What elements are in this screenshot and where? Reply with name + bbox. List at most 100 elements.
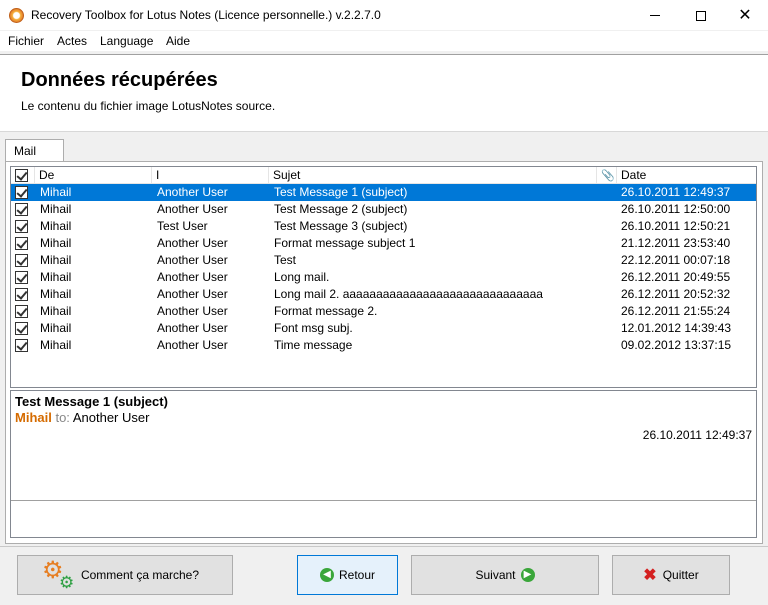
row-from: Mihail bbox=[40, 202, 72, 216]
table-row[interactable]: Mihail Another User Long mail 2. aaaaaaaaa… bbox=[11, 286, 756, 303]
footer-divider bbox=[0, 546, 768, 547]
messages-grid[interactable]: De I Sujet 📎 Date Mihail Another User Test… bbox=[10, 166, 757, 388]
column-header-subject[interactable]: Sujet bbox=[269, 167, 597, 184]
table-row[interactable]: Mihail Another User Test 22.12.2011 00:07:1… bbox=[11, 252, 756, 269]
preview-divider bbox=[11, 500, 756, 501]
checkbox-icon bbox=[15, 271, 28, 284]
row-from: Mihail bbox=[40, 253, 72, 267]
row-checkbox[interactable] bbox=[11, 337, 35, 354]
row-date: 09.02.2012 13:37:15 bbox=[621, 338, 732, 352]
row-subject: Test Message 1 (subject) bbox=[274, 185, 408, 199]
row-checkbox[interactable] bbox=[11, 235, 35, 252]
table-row[interactable]: Mihail Another User Format message subject… bbox=[11, 235, 756, 252]
row-from: Mihail bbox=[40, 236, 72, 250]
arrow-right-icon: ▶ bbox=[520, 568, 535, 582]
row-to: Another User bbox=[157, 321, 228, 335]
checkbox-icon bbox=[15, 254, 28, 267]
row-subject: Format message 2. bbox=[274, 304, 378, 318]
column-header-to[interactable]: I bbox=[152, 167, 269, 184]
close-button[interactable]: ✕ bbox=[722, 0, 768, 31]
preview-from-line: Mihail to: Another User bbox=[15, 410, 149, 425]
row-checkbox[interactable] bbox=[11, 252, 35, 269]
preview-to-label: to: bbox=[55, 410, 70, 425]
row-subject: Test Message 2 (subject) bbox=[274, 202, 408, 216]
table-row[interactable]: Mihail Another User Font msg subj. 12.01.20… bbox=[11, 320, 756, 337]
how-it-works-button[interactable]: ⚙ ⚙ Comment ça marche? bbox=[17, 555, 233, 595]
row-checkbox[interactable] bbox=[11, 303, 35, 320]
row-subject: Format message subject 1 bbox=[274, 236, 416, 250]
quit-button[interactable]: ✖ Quitter bbox=[612, 555, 730, 595]
row-date: 26.10.2011 12:49:37 bbox=[621, 185, 731, 199]
row-date: 26.12.2011 20:52:32 bbox=[621, 287, 731, 301]
maximize-button[interactable] bbox=[678, 0, 724, 31]
preview-recipient: Another User bbox=[72, 410, 150, 425]
tab-mail[interactable]: Mail bbox=[5, 139, 64, 162]
title-bar: Recovery Toolbox for Lotus Notes (Licenc… bbox=[0, 0, 768, 31]
row-from: Mihail bbox=[40, 185, 72, 199]
row-subject: Long mail 2. aaaaaaaaaaaaaaaaaaaaaaaaaaa… bbox=[274, 287, 543, 301]
table-row[interactable]: Mihail Another User Format message 2. 26.12… bbox=[11, 303, 756, 320]
paperclip-icon: 📎 bbox=[601, 170, 615, 182]
row-date: 26.10.2011 12:50:21 bbox=[621, 219, 731, 233]
row-checkbox[interactable] bbox=[11, 269, 35, 286]
column-header-from[interactable]: De bbox=[35, 167, 152, 184]
table-row[interactable]: Mihail Another User Long mail. 26.12.2011 2… bbox=[11, 269, 756, 286]
row-checkbox[interactable] bbox=[11, 184, 35, 201]
row-to: Another User bbox=[157, 236, 228, 250]
row-to: Another User bbox=[157, 270, 228, 284]
row-from: Mihail bbox=[40, 287, 72, 301]
row-to: Another User bbox=[157, 304, 228, 318]
checkbox-icon bbox=[15, 186, 28, 199]
minimize-button[interactable] bbox=[632, 0, 678, 31]
row-date: 26.12.2011 20:49:55 bbox=[621, 270, 731, 284]
table-row[interactable]: Mihail Test User Test Message 3 (subject) 2… bbox=[11, 218, 756, 235]
menu-fichier[interactable]: Fichier bbox=[8, 34, 44, 48]
checkbox-icon bbox=[15, 288, 28, 301]
row-checkbox[interactable] bbox=[11, 286, 35, 303]
next-button[interactable]: Suivant ▶ bbox=[411, 555, 599, 595]
quit-icon: ✖ bbox=[643, 567, 657, 584]
row-to: Another User bbox=[157, 185, 228, 199]
menu-actes[interactable]: Actes bbox=[57, 34, 87, 48]
row-checkbox[interactable] bbox=[11, 201, 35, 218]
row-to: Another User bbox=[157, 338, 228, 352]
gear-small-icon: ⚙ bbox=[59, 573, 75, 592]
column-header-date[interactable]: Date bbox=[617, 167, 756, 184]
grid-header: De I Sujet 📎 Date bbox=[11, 167, 756, 184]
back-label: Retour bbox=[338, 568, 376, 582]
checkbox-icon bbox=[15, 322, 28, 335]
close-icon: ✕ bbox=[738, 6, 752, 24]
maximize-icon bbox=[696, 10, 706, 21]
row-to: Another User bbox=[157, 287, 228, 301]
menu-aide[interactable]: Aide bbox=[166, 34, 190, 48]
row-checkbox[interactable] bbox=[11, 218, 35, 235]
column-header-attachment[interactable]: 📎 bbox=[597, 167, 617, 184]
checkbox-icon bbox=[15, 203, 28, 216]
table-row[interactable]: Mihail Another User Test Message 2 (subjec… bbox=[11, 201, 756, 218]
arrow-left-icon: ◀ bbox=[319, 568, 334, 582]
back-button[interactable]: ◀ Retour bbox=[297, 555, 398, 595]
window-title: Recovery Toolbox for Lotus Notes (Licenc… bbox=[31, 8, 381, 22]
row-from: Mihail bbox=[40, 270, 72, 284]
table-row[interactable]: Mihail Another User Time message 09.02.2012… bbox=[11, 337, 756, 354]
next-label: Suivant bbox=[475, 568, 516, 582]
menu-language[interactable]: Language bbox=[100, 34, 153, 48]
row-checkbox[interactable] bbox=[11, 320, 35, 337]
gears-icon: ⚙ ⚙ bbox=[42, 559, 76, 593]
checkbox-icon bbox=[15, 305, 28, 318]
row-subject: Font msg subj. bbox=[274, 321, 353, 335]
row-subject: Long mail. bbox=[274, 270, 330, 284]
preview-sender: Mihail bbox=[15, 410, 52, 425]
row-date: 21.12.2011 23:53:40 bbox=[621, 236, 731, 250]
checkbox-icon bbox=[15, 169, 28, 182]
checkbox-icon bbox=[15, 237, 28, 250]
row-subject: Time message bbox=[274, 338, 353, 352]
preview-subject: Test Message 1 (subject) bbox=[15, 394, 168, 409]
checkbox-icon bbox=[15, 220, 28, 233]
preview-date: 26.10.2011 12:49:37 bbox=[642, 428, 752, 442]
row-date: 12.01.2012 14:39:43 bbox=[621, 321, 732, 335]
message-preview: Test Message 1 (subject) Mihail to: Anot… bbox=[10, 390, 757, 538]
select-all-checkbox[interactable] bbox=[11, 167, 35, 184]
how-it-works-label: Comment ça marche? bbox=[80, 568, 200, 582]
table-row[interactable]: Mihail Another User Test Message 1 (subjec… bbox=[11, 184, 756, 201]
